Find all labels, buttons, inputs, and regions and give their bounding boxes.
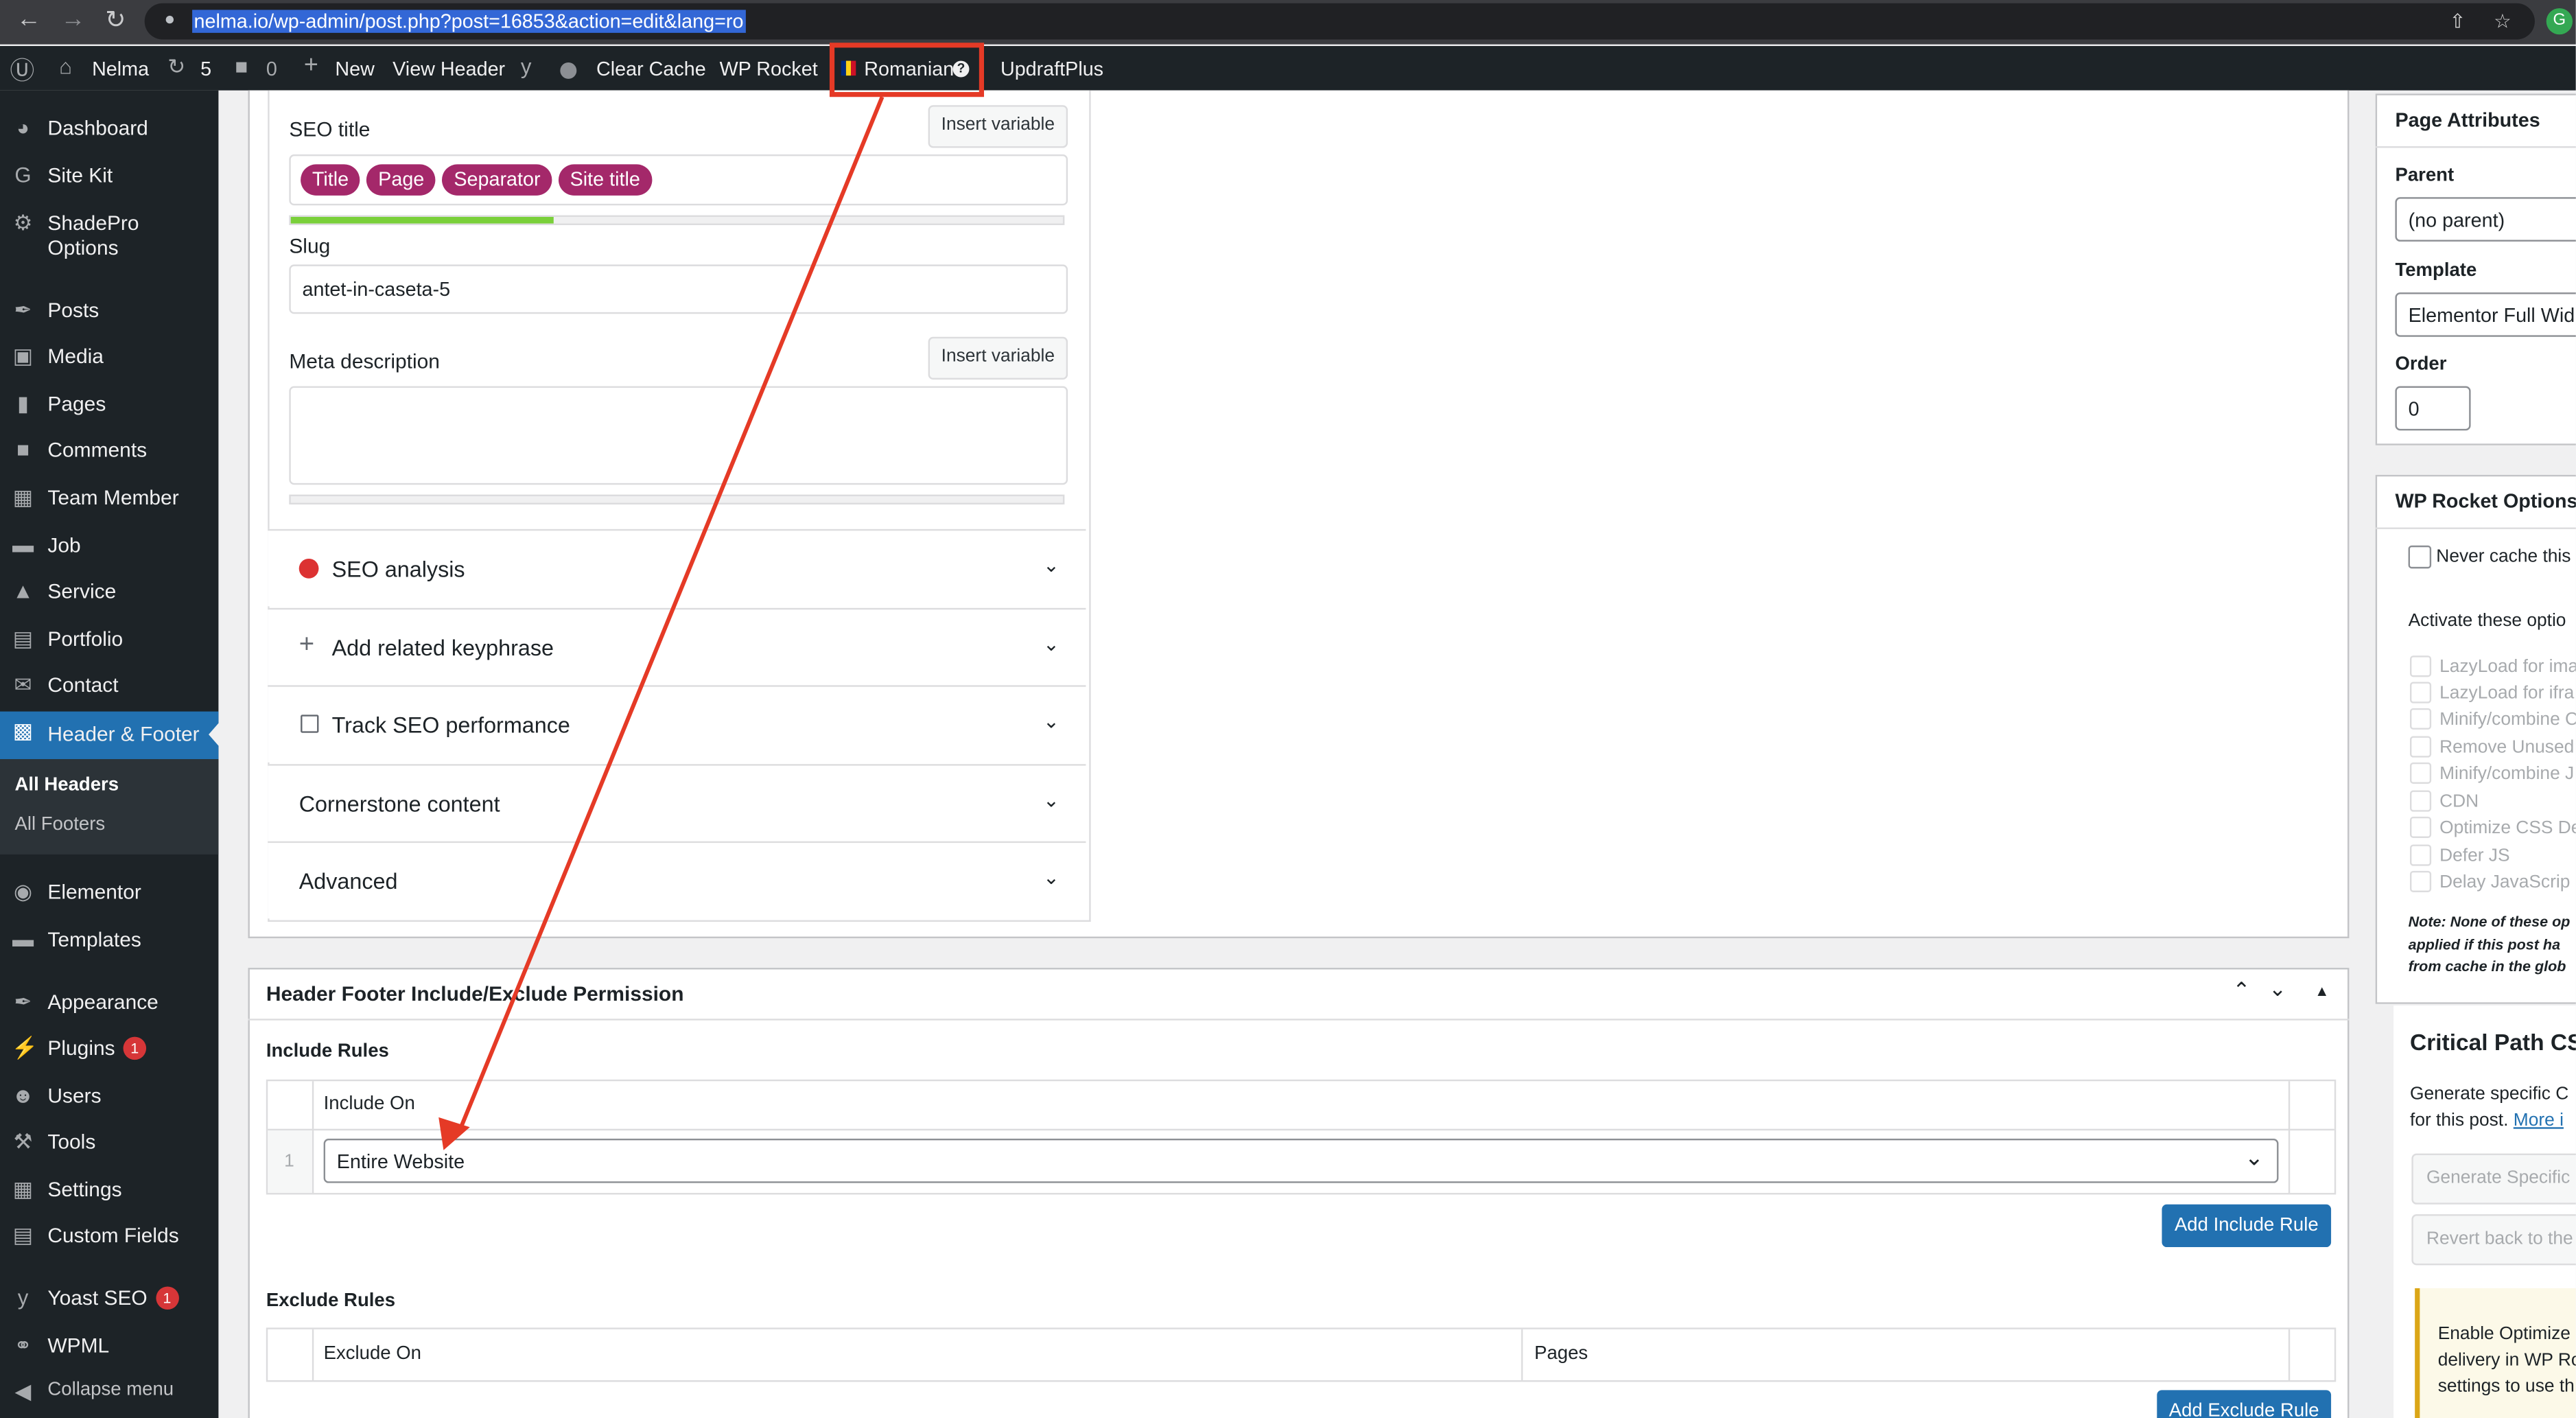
annotation-arrow	[438, 96, 885, 1150]
